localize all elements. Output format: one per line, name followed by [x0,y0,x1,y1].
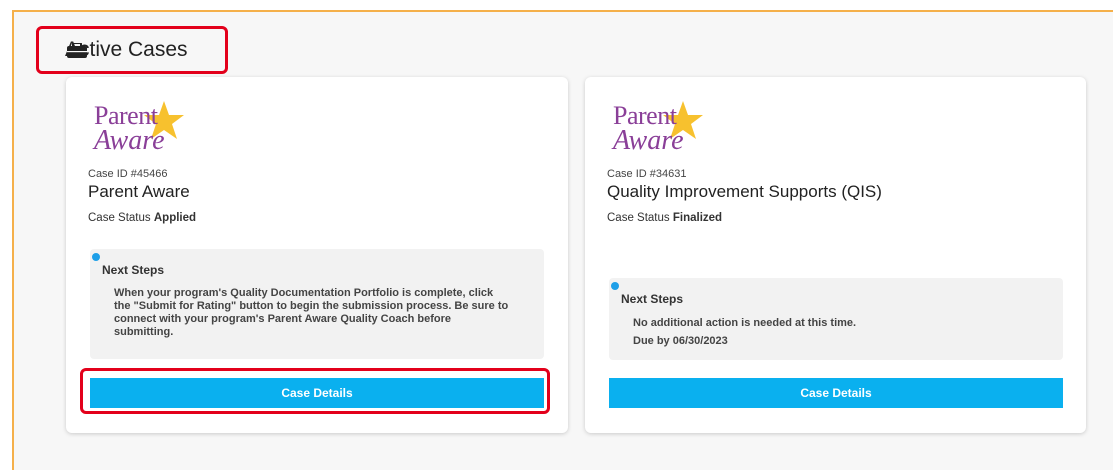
case-status: Case Status Finalized [607,212,723,224]
next-steps-title: Next Steps [621,292,684,306]
case-name: Quality Improvement Supports (QIS) [607,182,882,201]
case-details-button[interactable]: Case Details [90,378,544,408]
case-id: Case ID #34631 [607,168,687,180]
next-steps-title: Next Steps [102,263,165,277]
next-steps-text: No additional action is needed at this t… [633,317,857,347]
status-value: Applied [153,212,197,224]
case-id: Case ID #45466 [88,168,168,180]
briefcase-icon [67,43,87,58]
status-value: Finalized [672,212,723,224]
info-icon [611,282,619,290]
next-steps-text: When your program's Quality Documentatio… [114,287,509,338]
active-cases-heading: Active Cases [36,26,228,74]
case-details-button[interactable]: Case Details [609,378,1063,408]
case-card: Parent Aware Case ID #45466 Parent Aware… [66,77,568,433]
case-card: Parent Aware Case ID #34631 Quality Impr… [585,77,1086,433]
case-status: Case Status Applied [88,212,197,224]
parent-aware-logo: Parent Aware [609,99,719,159]
next-steps-box: Next Steps No additional action is neede… [609,278,1063,360]
parent-aware-logo: Parent Aware [90,99,200,159]
next-steps-box: Next Steps When your program's Quality D… [90,249,544,359]
info-icon [92,253,100,261]
case-name: Parent Aware [88,182,190,201]
